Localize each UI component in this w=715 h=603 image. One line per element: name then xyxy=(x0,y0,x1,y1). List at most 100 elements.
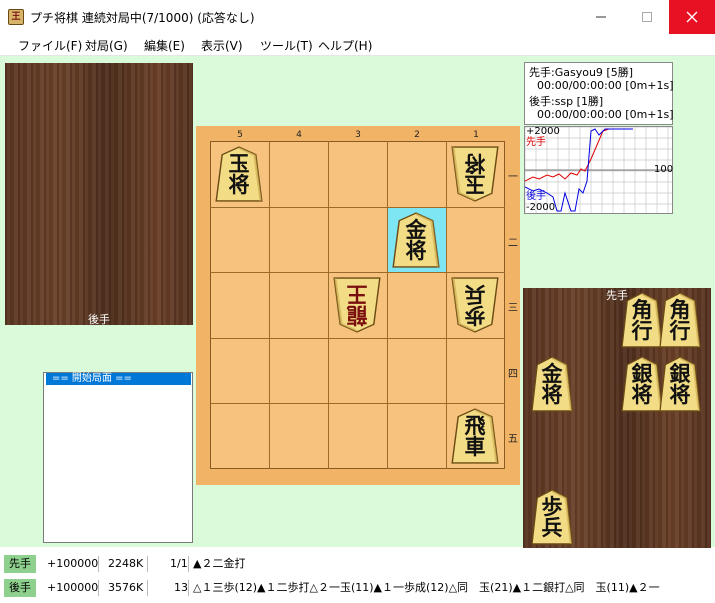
hand-piece[interactable]: 銀将 xyxy=(659,356,701,412)
board-piece[interactable]: 玉将 xyxy=(451,146,499,202)
rank-label: 四 xyxy=(508,369,518,380)
rank-label: 三 xyxy=(508,303,518,314)
maximize-button[interactable] xyxy=(624,0,670,34)
file-label: 4 xyxy=(296,130,302,140)
piece-char: 銀 xyxy=(669,361,691,386)
minimize-icon xyxy=(596,16,606,18)
status-gote-pv: △１三歩(12)▲１二歩打△２一玉(11)▲１一歩成(12)△同 玉(21)▲１… xyxy=(193,581,660,594)
status-divider xyxy=(188,580,189,596)
board-grid-line xyxy=(269,141,270,469)
status-gote-move-number: 13 xyxy=(174,581,188,594)
board-piece[interactable]: 飛車 xyxy=(451,408,499,464)
move-list[interactable] xyxy=(43,372,193,543)
status-bar: 先手 +100000 2248K 1/1 ▲２二金打 後手 +100000 35… xyxy=(0,549,715,603)
piece-char: 将 xyxy=(405,237,427,263)
menu-file[interactable]: ファイル(F) xyxy=(18,37,82,54)
status-gote-memory: 3576K xyxy=(108,581,144,594)
piece-char: 龍 xyxy=(346,303,368,329)
hand-piece[interactable]: 角行 xyxy=(659,292,701,348)
clock-panel: 先手:Gasyou9 [5勝] 00:00/00:00:00 [0m+1s] 後… xyxy=(524,62,674,125)
piece-char: 将 xyxy=(669,382,691,407)
board-piece[interactable]: 龍王 xyxy=(333,277,381,333)
board-grid-line xyxy=(210,272,505,273)
gote-piece-stand[interactable] xyxy=(5,63,193,325)
status-divider xyxy=(98,556,99,572)
window-title: プチ将棋 連続対局中(7/1000) (応答なし) xyxy=(30,11,255,25)
piece-char: 金 xyxy=(541,361,563,386)
status-divider xyxy=(98,580,99,596)
rank-label: 五 xyxy=(508,434,518,445)
status-sente-pv: ▲２二金打 xyxy=(193,557,246,570)
rank-label: 二 xyxy=(508,238,518,249)
status-divider xyxy=(188,556,189,572)
hand-piece[interactable]: 銀将 xyxy=(621,356,663,412)
piece-char: 銀 xyxy=(631,361,653,386)
status-row-sente: 先手 +100000 2248K 1/1 ▲２二金打 xyxy=(0,555,715,577)
evaluation-graph: +2000 先手 100 後手 -2000 xyxy=(524,126,673,214)
close-button[interactable] xyxy=(669,0,715,34)
piece-char: 将 xyxy=(631,382,653,407)
title-bar: 王 プチ将棋 連続対局中(7/1000) (応答なし) xyxy=(0,0,715,34)
graph-bottom-label: -2000 xyxy=(526,202,556,213)
rank-label: 一 xyxy=(508,172,518,183)
sente-clock-time: 00:00/00:00:00 [0m+1s] xyxy=(537,79,674,92)
move-list-item[interactable]: == 開始局面 == xyxy=(46,373,191,385)
hand-piece[interactable]: 歩兵 xyxy=(531,489,573,545)
board-piece[interactable]: 玉将 xyxy=(215,146,263,202)
piece-char: 将 xyxy=(228,172,250,197)
board-grid-line xyxy=(210,338,505,339)
piece-char: 玉 xyxy=(228,151,250,176)
piece-char: 兵 xyxy=(464,282,486,308)
status-row-gote: 後手 +100000 3576K 13 △１三歩(12)▲１二歩打△２一玉(11… xyxy=(0,579,715,601)
hand-piece[interactable]: 金将 xyxy=(531,356,573,412)
menu-view[interactable]: 表示(V) xyxy=(201,37,243,54)
app-icon: 王 xyxy=(8,9,24,25)
menu-help[interactable]: ヘルプ(H) xyxy=(318,37,372,54)
graph-canvas xyxy=(525,127,672,213)
gote-stand-label: 後手 xyxy=(88,313,110,326)
menu-bar: ファイル(F) 対局(G) 編集(E) 表示(V) ツール(T) ヘルプ(H) xyxy=(0,34,715,56)
piece-char: 車 xyxy=(464,434,486,460)
piece-char: 将 xyxy=(541,382,563,407)
menu-tools[interactable]: ツール(T) xyxy=(260,37,313,54)
minimize-button[interactable] xyxy=(578,0,624,34)
board-grid-line xyxy=(210,403,505,404)
hand-piece[interactable]: 角行 xyxy=(621,292,663,348)
board-grid-line xyxy=(210,207,505,208)
piece-char: 角 xyxy=(631,297,653,322)
file-label: 2 xyxy=(414,130,420,140)
piece-char: 兵 xyxy=(541,515,563,540)
piece-char: 飛 xyxy=(464,413,486,439)
board-piece[interactable]: 金将 xyxy=(392,211,440,268)
gote-clock-time: 00:00/00:00:00 [0m+1s] xyxy=(537,108,674,121)
graph-x-label: 100 xyxy=(654,164,674,175)
maximize-icon xyxy=(642,12,652,22)
status-sente-tag: 先手 xyxy=(4,555,36,573)
board-grid-line xyxy=(328,141,329,469)
status-sente-memory: 2248K xyxy=(108,557,144,570)
piece-char: 歩 xyxy=(541,494,563,519)
board-grid-line xyxy=(387,141,388,469)
piece-char: 歩 xyxy=(464,303,486,329)
board-grid-line xyxy=(446,141,447,469)
board-piece[interactable]: 歩兵 xyxy=(451,277,499,333)
piece-char: 金 xyxy=(405,216,427,242)
graph-gote-label: 後手 xyxy=(526,191,546,202)
piece-char: 行 xyxy=(669,318,691,343)
menu-game[interactable]: 対局(G) xyxy=(85,37,128,54)
status-gote-nodes: +100000 xyxy=(47,581,99,594)
piece-char: 角 xyxy=(669,297,691,322)
file-label: 3 xyxy=(355,130,361,140)
piece-char: 王 xyxy=(346,282,368,308)
gote-clock-name: 後手:ssp [1勝] xyxy=(529,95,604,108)
file-label: 5 xyxy=(237,130,243,140)
sente-clock-name: 先手:Gasyou9 [5勝] xyxy=(529,66,633,79)
status-gote-tag: 後手 xyxy=(4,579,36,597)
status-divider xyxy=(147,556,148,572)
status-divider xyxy=(147,580,148,596)
graph-top-label: +2000 xyxy=(526,126,560,137)
piece-char: 行 xyxy=(631,318,653,343)
menu-edit[interactable]: 編集(E) xyxy=(144,37,185,54)
status-sente-move-number: 1/1 xyxy=(170,557,188,570)
close-icon xyxy=(686,11,698,23)
